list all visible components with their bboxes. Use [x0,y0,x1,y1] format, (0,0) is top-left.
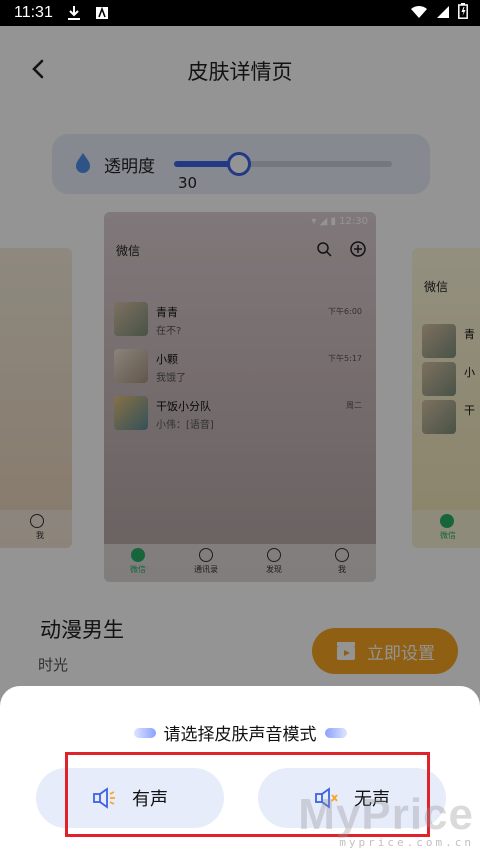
app-notification-icon [95,6,109,20]
watermark-logo: MyPrice [298,790,474,839]
battery-icon [458,3,468,23]
title-decoration-left [133,727,156,738]
title-decoration-right [324,727,347,738]
signal-icon [436,4,450,23]
wifi-icon [410,4,428,23]
download-icon [67,5,81,21]
watermark-url: myprice.com.cn [339,836,474,849]
status-bar: 11:31 [0,0,480,26]
status-time: 11:31 [14,4,53,21]
sheet-title: 请选择皮肤声音模式 [163,725,317,745]
sheet-header: 请选择皮肤声音模式 [0,720,480,745]
